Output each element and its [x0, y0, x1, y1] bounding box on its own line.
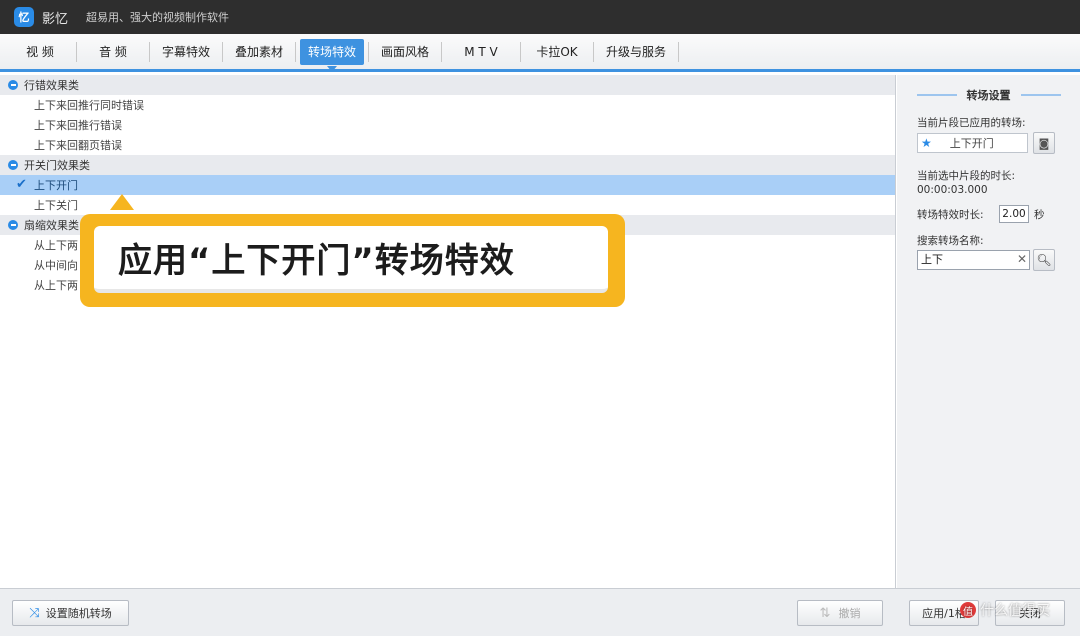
callout-text: 应用“上下开门”转场特效: [118, 241, 515, 281]
search-label: 搜索转场名称:: [917, 235, 984, 247]
undo-icon: ⇅: [819, 605, 831, 621]
tab-upgrade-service[interactable]: 升级与服务: [598, 39, 674, 65]
bottom-toolbar: ⤨ 设置随机转场 ⇅ 撤销 应用/1格 关闭: [0, 588, 1080, 636]
tab-divider: [149, 41, 150, 62]
callout-body: 应用“上下开门”转场特效: [94, 226, 608, 293]
title-bar: 忆 影忆 超易用、强大的视频制作软件: [0, 0, 1080, 34]
app-name: 影忆: [42, 11, 69, 27]
random-transition-button[interactable]: ⤨ 设置随机转场: [12, 600, 129, 626]
collapse-icon[interactable]: [8, 220, 18, 230]
checkmark-icon: ✔: [16, 177, 27, 192]
list-item-selected[interactable]: ✔ 上下开门: [0, 175, 895, 195]
selected-duration-label: 当前选中片段的时长:: [917, 170, 1016, 182]
tab-subtitle-effects[interactable]: 字幕特效: [154, 39, 218, 65]
tab-mtv[interactable]: M T V: [446, 39, 516, 65]
tab-divider: [520, 41, 521, 62]
star-icon: ★: [921, 136, 932, 150]
settings-title: 转场设置: [966, 89, 1011, 102]
callout-pointer: [110, 194, 134, 210]
tab-divider: [295, 41, 296, 62]
search-button[interactable]: 🔍︎: [1033, 249, 1055, 271]
watermark-logo-icon: 值: [960, 602, 976, 618]
transition-list: 行错效果类 上下来回推行同时错误 上下来回推行错误 上下来回翻页错误 开关门效果…: [0, 75, 896, 588]
category-label: 开关门效果类: [24, 159, 90, 172]
applied-transition-field: ★ 上下开门: [917, 133, 1028, 153]
tab-divider: [368, 41, 369, 62]
undo-button[interactable]: ⇅ 撤销: [797, 600, 883, 626]
tab-divider: [441, 41, 442, 62]
selected-duration-value: 00:00:03.000: [917, 184, 988, 196]
applied-transition-label: 当前片段已应用的转场:: [917, 117, 1026, 129]
transition-settings-panel: 转场设置 当前片段已应用的转场: ★ 上下开门 ◙ 当前选中片段的时长: 00:…: [897, 75, 1080, 588]
shuffle-icon: ⤨: [29, 605, 40, 621]
tutorial-callout: 应用“上下开门”转场特效: [80, 214, 625, 307]
effect-duration-label: 转场特效时长:: [917, 209, 984, 221]
tab-overlay[interactable]: 叠加素材: [227, 39, 291, 65]
effect-duration-input[interactable]: 2.00: [999, 205, 1029, 223]
collapse-icon[interactable]: [8, 80, 18, 90]
search-input[interactable]: 上下: [917, 250, 1030, 270]
tab-picture-style[interactable]: 画面风格: [373, 39, 437, 65]
main-tab-bar: 视 频 音 频 字幕特效 叠加素材 转场特效 画面风格 M T V 卡拉OK 升…: [0, 34, 1080, 72]
app-slogan: 超易用、强大的视频制作软件: [86, 11, 230, 24]
tab-audio[interactable]: 音 频: [81, 39, 145, 65]
tab-transitions[interactable]: 转场特效: [300, 38, 364, 72]
clear-icon[interactable]: ✕: [1017, 252, 1027, 266]
watermark-text: 什么值得买: [980, 603, 1050, 619]
preview-button[interactable]: ◙: [1033, 132, 1055, 154]
tab-divider: [222, 41, 223, 62]
category-header[interactable]: 行错效果类: [0, 75, 895, 95]
duration-unit: 秒: [1034, 209, 1045, 221]
list-item[interactable]: 上下关门: [0, 195, 895, 215]
list-item[interactable]: 上下来回推行错误: [0, 115, 895, 135]
watermark: 值 什么值得买: [960, 600, 1050, 620]
film-icon: ◙: [1038, 136, 1050, 150]
divider: [1020, 94, 1061, 96]
collapse-icon[interactable]: [8, 160, 18, 170]
tab-divider: [678, 41, 679, 62]
tab-divider: [593, 41, 594, 62]
tab-video[interactable]: 视 频: [8, 39, 72, 65]
app-logo-icon: 忆: [14, 7, 34, 27]
list-item-label: 上下开门: [34, 179, 78, 192]
settings-title-row: 转场设置: [897, 87, 1080, 103]
applied-transition-value: 上下开门: [949, 137, 994, 150]
tab-karaoke[interactable]: 卡拉OK: [525, 39, 589, 65]
tab-divider: [76, 41, 77, 62]
undo-label: 撤销: [838, 607, 861, 620]
category-label: 扇缩效果类: [24, 219, 79, 232]
search-icon: 🔍︎: [1036, 253, 1052, 267]
list-item[interactable]: 上下来回翻页错误: [0, 135, 895, 155]
category-header[interactable]: 开关门效果类: [0, 155, 895, 175]
list-item[interactable]: 上下来回推行同时错误: [0, 95, 895, 115]
divider: [916, 94, 957, 96]
category-label: 行错效果类: [24, 79, 79, 92]
random-transition-label: 设置随机转场: [45, 607, 112, 620]
